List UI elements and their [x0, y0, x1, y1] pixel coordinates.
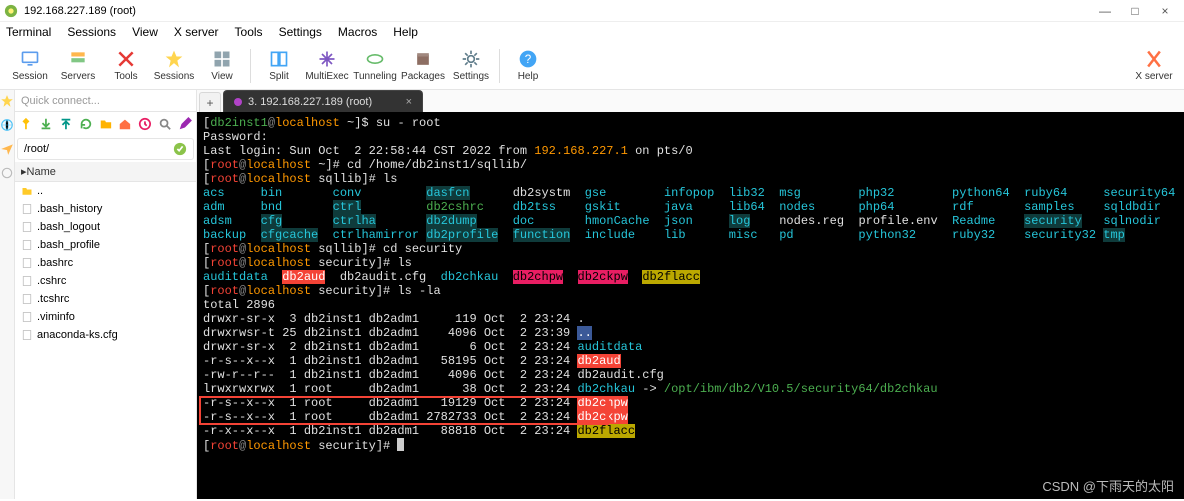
menu-settings[interactable]: Settings — [279, 25, 322, 39]
terminal[interactable]: [db2inst1@localhost ~]$ su - root Passwo… — [197, 112, 1184, 499]
tab-status-icon — [234, 98, 242, 106]
file-item[interactable]: .bash_history — [15, 200, 196, 218]
toolbar-multiexec[interactable]: MultiExec — [303, 43, 351, 89]
menu-xserver[interactable]: X server — [174, 25, 219, 39]
path-input[interactable] — [24, 143, 173, 155]
file-icon — [21, 329, 33, 341]
toolbar-split[interactable]: Split — [255, 43, 303, 89]
file-item[interactable]: .bashrc — [15, 254, 196, 272]
tab-active[interactable]: 3. 192.168.227.189 (root) × — [223, 90, 423, 112]
monitor-icon — [20, 49, 40, 69]
new-tab-button[interactable]: + — [199, 92, 221, 112]
file-item[interactable]: .viminfo — [15, 308, 196, 326]
toolbar-settings[interactable]: Settings — [447, 43, 495, 89]
main-area: Quick connect... ▸ Name ...bash_history.… — [0, 90, 1184, 499]
toolbar-tools[interactable]: Tools — [102, 43, 150, 89]
pin-icon[interactable] — [19, 117, 33, 131]
toolbar: Session Servers Tools Sessions View Spli… — [0, 42, 1184, 90]
folder-icon[interactable] — [99, 117, 113, 131]
toolbar-servers[interactable]: Servers — [54, 43, 102, 89]
refresh-icon[interactable] — [79, 117, 93, 131]
left-strip — [0, 90, 15, 499]
maximize-button[interactable]: □ — [1120, 1, 1150, 21]
toolbar-help[interactable]: ?Help — [504, 43, 552, 89]
star-icon[interactable] — [0, 94, 14, 108]
menu-terminal[interactable]: Terminal — [6, 25, 51, 39]
menu-bar: Terminal Sessions View X server Tools Se… — [0, 22, 1184, 42]
file-icon — [21, 257, 33, 269]
star-icon — [164, 49, 184, 69]
check-icon[interactable] — [173, 142, 187, 156]
tab-strip: + 3. 192.168.227.189 (root) × — [197, 90, 1184, 112]
packages-icon — [413, 49, 433, 69]
circle-icon[interactable] — [0, 166, 14, 180]
title-bar: 192.168.227.189 (root) — □ × — [0, 0, 1184, 22]
sidebar: Quick connect... ▸ Name ...bash_history.… — [15, 90, 197, 499]
minimize-button[interactable]: — — [1090, 1, 1120, 21]
search-icon[interactable] — [158, 117, 172, 131]
file-icon — [21, 221, 33, 233]
window-title: 192.168.227.189 (root) — [24, 5, 1090, 17]
tab-label: 3. 192.168.227.189 (root) — [248, 96, 372, 108]
plane-icon[interactable] — [0, 142, 14, 156]
list-header[interactable]: ▸ Name — [15, 162, 196, 182]
tools-icon — [116, 49, 136, 69]
globe-icon[interactable] — [0, 118, 14, 132]
tunneling-icon — [365, 49, 385, 69]
toolbar-view[interactable]: View — [198, 43, 246, 89]
quick-connect[interactable]: Quick connect... — [15, 90, 196, 112]
toolbar-packages[interactable]: Packages — [399, 43, 447, 89]
upload-icon[interactable] — [59, 117, 73, 131]
folder-up-icon — [21, 185, 33, 197]
grid-icon — [212, 49, 232, 69]
file-item[interactable]: .bash_profile — [15, 236, 196, 254]
file-icon — [21, 275, 33, 287]
toolbar-tunneling[interactable]: Tunneling — [351, 43, 399, 89]
file-list: ...bash_history.bash_logout.bash_profile… — [15, 182, 196, 499]
file-item[interactable]: anaconda-ks.cfg — [15, 326, 196, 344]
file-icon — [21, 239, 33, 251]
menu-help[interactable]: Help — [393, 25, 418, 39]
toolbar-separator — [499, 49, 500, 83]
toolbar-sessions[interactable]: Sessions — [150, 43, 198, 89]
download-icon[interactable] — [39, 117, 53, 131]
multiexec-icon — [317, 49, 337, 69]
x-icon — [1144, 49, 1164, 69]
toolbar-session[interactable]: Session — [6, 43, 54, 89]
watermark: CSDN @下雨天的太阳 — [1042, 476, 1174, 495]
tab-close-button[interactable]: × — [406, 96, 412, 108]
svg-text:?: ? — [525, 53, 532, 66]
clock-icon[interactable] — [138, 117, 152, 131]
split-icon — [269, 49, 289, 69]
menu-macros[interactable]: Macros — [338, 25, 377, 39]
terminal-panel: + 3. 192.168.227.189 (root) × [db2inst1@… — [197, 90, 1184, 499]
toolbar-xserver[interactable]: X server — [1130, 43, 1178, 89]
file-icon — [21, 203, 33, 215]
help-icon: ? — [518, 49, 538, 69]
close-button[interactable]: × — [1150, 1, 1180, 21]
menu-sessions[interactable]: Sessions — [67, 25, 116, 39]
pen-icon[interactable] — [178, 117, 192, 131]
file-item[interactable]: .. — [15, 182, 196, 200]
home-icon[interactable] — [118, 117, 132, 131]
gear-icon — [461, 49, 481, 69]
toolbar-separator — [250, 49, 251, 83]
path-bar — [17, 138, 194, 160]
file-icon — [21, 311, 33, 323]
menu-view[interactable]: View — [132, 25, 158, 39]
file-icon — [21, 293, 33, 305]
menu-tools[interactable]: Tools — [235, 25, 263, 39]
sidebar-toolbar — [15, 112, 196, 136]
app-icon — [4, 4, 18, 18]
file-item[interactable]: .bash_logout — [15, 218, 196, 236]
servers-icon — [68, 49, 88, 69]
file-item[interactable]: .tcshrc — [15, 290, 196, 308]
file-item[interactable]: .cshrc — [15, 272, 196, 290]
